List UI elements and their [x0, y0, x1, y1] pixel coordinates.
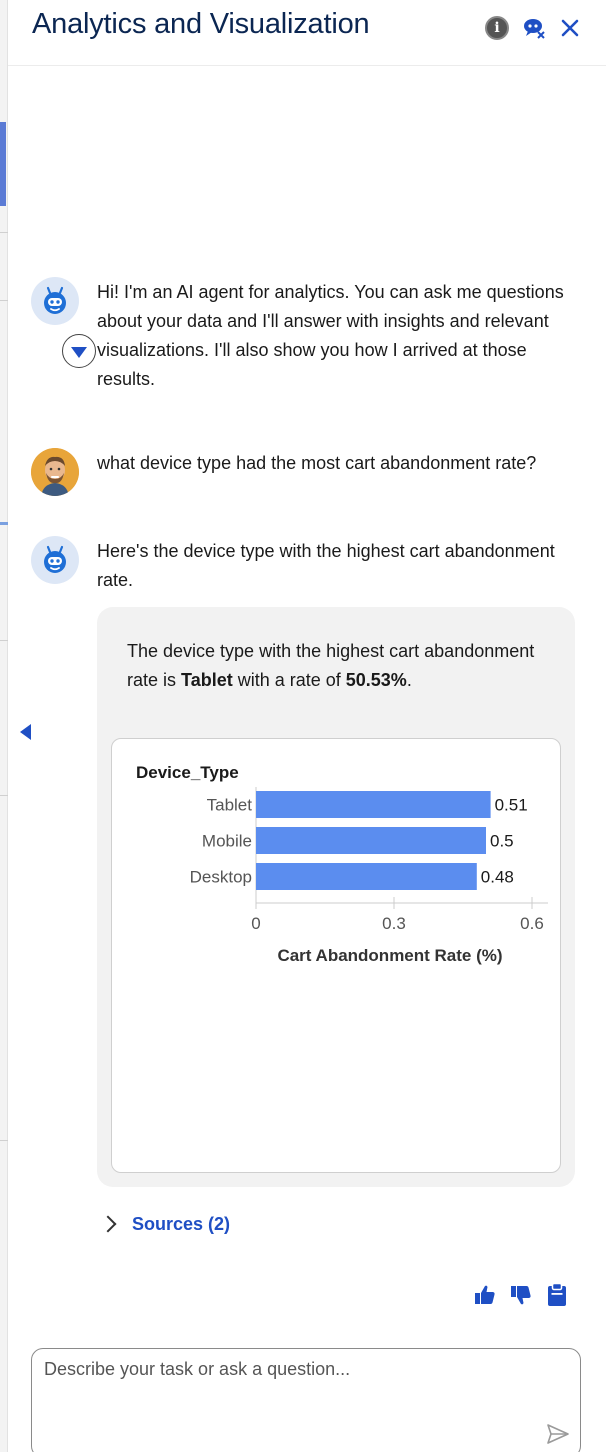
highlight-device: Tablet	[181, 670, 233, 690]
response-card: The device type with the highest cart ab…	[97, 607, 575, 1187]
summary-text: .	[406, 670, 412, 690]
bar	[256, 827, 486, 854]
x-axis-title: Cart Abandonment Rate (%)	[277, 946, 502, 965]
highlight-rate: 50.53%	[345, 670, 407, 690]
background-divider	[0, 795, 8, 796]
panel-title: Analytics and Visualization	[32, 8, 370, 40]
category-label: Tablet	[207, 796, 253, 815]
thumbs-up-icon[interactable]	[472, 1282, 498, 1308]
scroll-down-button[interactable]	[62, 334, 96, 368]
send-icon[interactable]	[546, 1423, 570, 1445]
bar-value-label: 0.5	[490, 832, 514, 851]
panel-header: Analytics and Visualization i	[8, 0, 606, 66]
user-avatar	[31, 448, 79, 496]
bar	[256, 791, 491, 818]
background-app-edge	[0, 0, 8, 1452]
robot-icon	[44, 545, 66, 573]
bar	[256, 863, 477, 890]
chevron-down-icon	[71, 347, 87, 358]
response-summary: The device type with the highest cart ab…	[127, 637, 537, 695]
agent-message: Hi! I'm an AI agent for analytics. You c…	[97, 282, 564, 389]
sources-toggle[interactable]: Sources (2)	[99, 1209, 231, 1239]
sources-label: Sources (2)	[132, 1213, 231, 1234]
x-tick-label: 0.3	[382, 914, 406, 933]
category-axis-title: Device_Type	[136, 763, 239, 782]
chat-input-box	[31, 1348, 581, 1452]
agent-message: Here's the device type with the highest …	[97, 541, 555, 590]
bar-value-label: 0.48	[481, 868, 514, 887]
user-message: what device type had the most cart aband…	[97, 453, 537, 473]
robot-icon	[44, 286, 66, 314]
background-accent-bar	[0, 122, 6, 206]
chat-input[interactable]	[44, 1359, 534, 1439]
chart-container: Device_Type Tablet 0.51 Mobile 0.5 Desktop 0.4…	[111, 738, 561, 1173]
background-highlight	[0, 522, 8, 525]
x-tick-label: 0	[251, 914, 260, 933]
bar-value-label: 0.51	[495, 796, 528, 815]
thumbs-down-icon[interactable]	[508, 1282, 534, 1308]
summary-text: with a rate of	[232, 670, 346, 690]
category-label: Desktop	[190, 868, 252, 887]
background-divider	[0, 1140, 8, 1141]
background-divider	[0, 640, 8, 641]
info-icon[interactable]: i	[484, 15, 510, 41]
background-divider	[0, 232, 8, 233]
category-label: Mobile	[202, 832, 252, 851]
bot-close-icon[interactable]	[521, 15, 547, 41]
collapse-panel-arrow-icon[interactable]	[20, 724, 31, 740]
agent-avatar	[31, 536, 79, 584]
background-divider	[0, 300, 8, 301]
clipboard-icon[interactable]	[544, 1282, 570, 1308]
x-tick-label: 0.6	[520, 914, 544, 933]
agent-avatar	[31, 277, 79, 325]
bar-chart: Device_Type Tablet 0.51 Mobile 0.5 Desktop 0.4…	[136, 763, 548, 965]
chevron-right-icon	[99, 1215, 117, 1233]
close-icon[interactable]	[557, 15, 583, 41]
